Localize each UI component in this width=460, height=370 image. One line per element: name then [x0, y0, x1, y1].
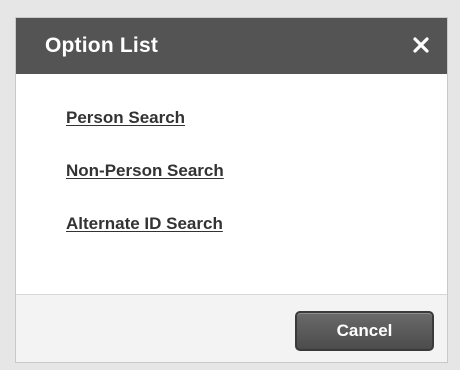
option-item: Person Search — [66, 108, 224, 161]
dialog-body: Person Search Non-Person Search Alternat… — [16, 74, 447, 294]
close-icon — [413, 37, 429, 53]
option-item: Non-Person Search — [66, 161, 224, 214]
close-button[interactable] — [409, 33, 433, 57]
option-item: Alternate ID Search — [66, 214, 224, 267]
cancel-button[interactable]: Cancel — [295, 311, 434, 351]
option-links: Person Search Non-Person Search Alternat… — [66, 108, 224, 267]
dialog-footer: Cancel — [16, 294, 447, 362]
alternate-id-search-link[interactable]: Alternate ID Search — [66, 214, 223, 233]
non-person-search-link[interactable]: Non-Person Search — [66, 161, 224, 180]
option-list-dialog: Option List Person Search Non-Person Sea… — [15, 17, 448, 363]
dialog-header: Option List — [16, 18, 447, 74]
dialog-title: Option List — [45, 34, 159, 57]
person-search-link[interactable]: Person Search — [66, 108, 185, 127]
